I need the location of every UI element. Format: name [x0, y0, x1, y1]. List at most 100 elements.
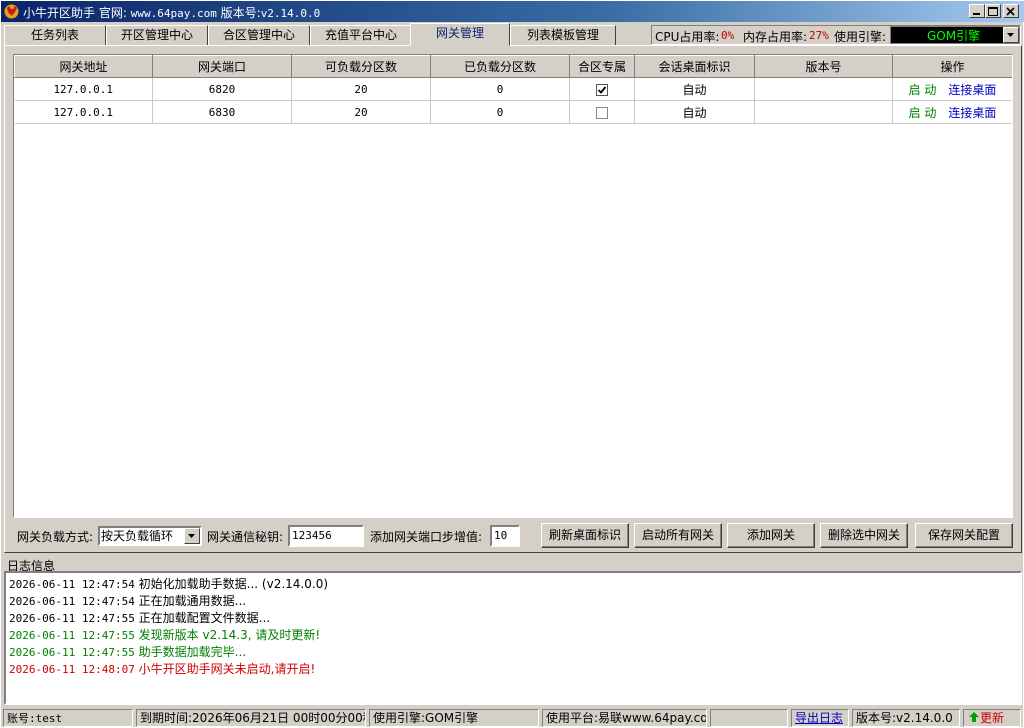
mem-label: 内存占用率: [743, 30, 808, 44]
log-panel[interactable]: 2026-06-11 12:47:54 初始化加载助手数据... (v2.14.… [4, 571, 1022, 705]
cell-version [754, 100, 893, 124]
tab-open-server[interactable]: 开区管理中心 [106, 25, 208, 46]
secret-input[interactable]: 123456 [288, 525, 364, 547]
status-account: 账号:test [3, 709, 133, 727]
col-address[interactable]: 网关地址 [14, 55, 153, 78]
load-mode-value: 按天负载循环 [101, 529, 174, 543]
check-icon [597, 85, 607, 94]
col-desktop[interactable]: 会话桌面标识 [634, 55, 755, 78]
log-time: 2026-06-11 12:47:55 [9, 612, 135, 625]
load-mode-select[interactable]: 按天负载循环 [98, 526, 202, 546]
refresh-desktop-button[interactable]: 刷新桌面标识 [541, 523, 629, 548]
load-mode-label: 网关负载方式: [17, 530, 94, 544]
engine-select[interactable]: GOM引擎 [890, 26, 1020, 44]
col-loaded[interactable]: 已负载分区数 [430, 55, 570, 78]
log-text: 正在加载配置文件数据... [138, 611, 271, 625]
account-text: 账号:test [7, 712, 63, 725]
minimize-icon [973, 13, 980, 15]
site-label: 官网: [98, 6, 127, 20]
step-label: 添加网关端口步增值: [370, 530, 483, 544]
cell-version [754, 77, 893, 101]
log-text: 发现新版本 v2.14.3, 请及时更新! [138, 628, 321, 642]
arrow-up-icon [969, 712, 979, 722]
gateway-panel: 网关地址 网关端口 可负载分区数 已负载分区数 合区专属 会话桌面标识 版本号 … [4, 45, 1022, 553]
site-url: www.64pay.com [130, 7, 217, 20]
cell-desktop: 自动 [634, 100, 755, 124]
status-expire: 到期时间:2026年06月21日 00时00分00秒 [136, 709, 366, 727]
status-version: 版本号:v2.14.0.0 [852, 709, 960, 727]
cell-capacity: 20 [291, 77, 431, 101]
exclusive-checkbox[interactable] [596, 83, 608, 96]
log-line: 2026-06-11 12:48:07 小牛开区助手网关未启动,请开启! [9, 660, 315, 677]
start-gateway-link[interactable]: 启 动 [909, 83, 937, 97]
mem-value: 27% [809, 29, 829, 42]
save-config-button[interactable]: 保存网关配置 [915, 523, 1013, 548]
system-stats: CPU占用率: 0% 内存占用率: 27% 使用引擎: GOM引擎 [651, 25, 1021, 45]
maximize-button[interactable] [985, 4, 1001, 18]
cell-actions: 启 动连接桌面 [892, 77, 1012, 101]
minimize-button[interactable] [969, 4, 985, 18]
engine-dropdown-button[interactable] [1003, 27, 1019, 43]
grid-header: 网关地址 网关端口 可负载分区数 已负载分区数 合区专属 会话桌面标识 版本号 … [14, 55, 1012, 78]
cpu-value: 0% [721, 29, 735, 42]
chevron-down-icon [1007, 33, 1014, 37]
status-bar: 账号:test 到期时间:2026年06月21日 00时00分00秒 使用引擎:… [3, 708, 1023, 728]
col-exclusive[interactable]: 合区专属 [569, 55, 635, 78]
step-input[interactable]: 10 [490, 525, 520, 547]
status-blank [710, 709, 788, 727]
col-actions[interactable]: 操作 [892, 55, 1012, 78]
log-line: 2026-06-11 12:47:55 发现新版本 v2.14.3, 请及时更新… [9, 626, 320, 643]
log-time: 2026-06-11 12:47:54 [9, 578, 135, 591]
close-button[interactable] [1003, 4, 1019, 18]
update-label: 更新 [980, 711, 1005, 725]
table-row[interactable]: 127.0.0.1 6830 20 0 自动 启 动连接桌面 [14, 100, 1012, 124]
status-engine: 使用引擎:GOM引擎 [369, 709, 539, 727]
load-mode-dropdown-button[interactable] [184, 528, 200, 544]
tab-gateway[interactable]: 网关管理 [410, 23, 510, 46]
start-all-button[interactable]: 启动所有网关 [634, 523, 722, 548]
update-button[interactable]: 更新 [963, 709, 1021, 727]
cell-desktop: 自动 [634, 77, 755, 101]
cell-capacity: 20 [291, 100, 431, 124]
log-line: 2026-06-11 12:47:55 正在加载配置文件数据... [9, 609, 270, 626]
start-gateway-link[interactable]: 启 动 [909, 106, 937, 120]
delete-gateway-button[interactable]: 删除选中网关 [820, 523, 908, 548]
log-line: 2026-06-11 12:47:55 助手数据加载完毕... [9, 643, 246, 660]
log-time: 2026-06-11 12:47:54 [9, 595, 135, 608]
app-window: 小牛开区助手 官网: www.64pay.com 版本号:v2.14.0.0 任… [0, 0, 1024, 728]
cell-actions: 启 动连接桌面 [892, 100, 1012, 124]
cell-port: 6830 [152, 100, 292, 124]
cell-address: 127.0.0.1 [14, 77, 153, 101]
col-version[interactable]: 版本号 [754, 55, 893, 78]
table-row[interactable]: 127.0.0.1 6820 20 0 自动 启 动连接桌面 [14, 77, 1012, 101]
log-line: 2026-06-11 12:47:54 正在加载通用数据... [9, 592, 246, 609]
engine-label: 使用引擎: [834, 30, 887, 44]
export-log-link[interactable]: 导出日志 [791, 709, 849, 727]
cell-exclusive [569, 77, 635, 101]
gateway-grid[interactable]: 网关地址 网关端口 可负载分区数 已负载分区数 合区专属 会话桌面标识 版本号 … [13, 54, 1013, 518]
title-bar[interactable]: 小牛开区助手 官网: www.64pay.com 版本号:v2.14.0.0 [1, 1, 1024, 22]
version-value: v2.14.0.0 [260, 7, 321, 20]
exclusive-checkbox[interactable] [596, 106, 608, 119]
tab-merge-server[interactable]: 合区管理中心 [208, 25, 310, 46]
app-title: 小牛开区助手 [23, 6, 96, 20]
connect-desktop-link[interactable]: 连接桌面 [948, 106, 996, 120]
col-port[interactable]: 网关端口 [152, 55, 292, 78]
log-text: 初始化加载助手数据... (v2.14.0.0) [138, 577, 329, 591]
tab-list-template[interactable]: 列表模板管理 [510, 25, 616, 46]
tab-tasks[interactable]: 任务列表 [4, 25, 106, 46]
secret-label: 网关通信秘钥: [207, 530, 284, 544]
window-title: 小牛开区助手 官网: www.64pay.com 版本号:v2.14.0.0 [23, 4, 320, 21]
cell-exclusive [569, 100, 635, 124]
cell-address: 127.0.0.1 [14, 100, 153, 124]
log-time: 2026-06-11 12:48:07 [9, 663, 135, 676]
log-time: 2026-06-11 12:47:55 [9, 629, 135, 642]
col-capacity[interactable]: 可负载分区数 [291, 55, 431, 78]
version-label: 版本号: [220, 6, 261, 20]
tab-recharge[interactable]: 充值平台中心 [310, 25, 412, 46]
log-time: 2026-06-11 12:47:55 [9, 646, 135, 659]
connect-desktop-link[interactable]: 连接桌面 [948, 83, 996, 97]
add-gateway-button[interactable]: 添加网关 [727, 523, 815, 548]
cpu-label: CPU占用率: [655, 30, 720, 44]
log-text: 助手数据加载完毕... [138, 645, 247, 659]
